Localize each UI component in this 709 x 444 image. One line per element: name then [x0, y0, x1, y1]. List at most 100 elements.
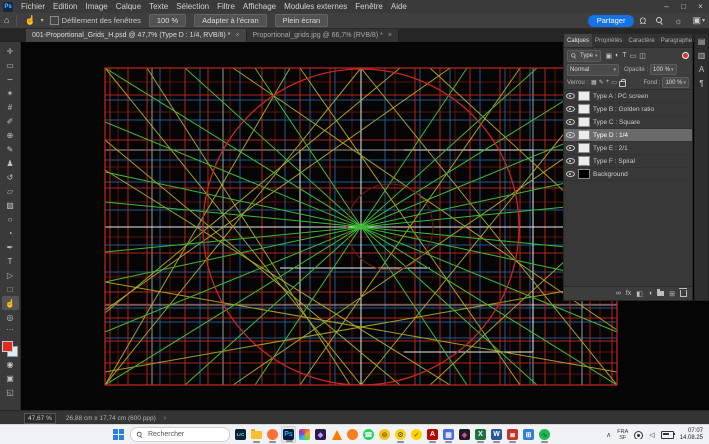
maximize-button[interactable]: □: [675, 0, 692, 13]
language-indicator[interactable]: FRASF: [617, 429, 628, 441]
document-tab-1[interactable]: 001-Proportional_Grids_H.psd @ 47,7% (Ty…: [26, 28, 247, 42]
crop-tool[interactable]: #: [2, 100, 19, 114]
eyedropper-tool[interactable]: ✐: [2, 114, 19, 128]
lock-move-icon[interactable]: +: [606, 79, 610, 86]
dodge-tool[interactable]: ◔: [2, 226, 19, 240]
layer-thumbnail[interactable]: [578, 130, 590, 140]
taskbar-search[interactable]: Rechercher: [130, 427, 230, 442]
pen-tool[interactable]: ✒: [2, 240, 19, 254]
filter-toggle-icon[interactable]: [682, 52, 689, 59]
visibility-eye-icon[interactable]: [566, 106, 575, 112]
layer-thumbnail[interactable]: [578, 143, 590, 153]
visibility-eye-icon[interactable]: [566, 158, 575, 164]
taskbar-icon-app-yellow-3[interactable]: ✓: [409, 426, 424, 443]
taskbar-icon-calculator[interactable]: ▦: [441, 426, 456, 443]
marquee-tool[interactable]: ▭: [2, 58, 19, 72]
visibility-eye-icon[interactable]: [566, 171, 575, 177]
taskbar-icon-vlc[interactable]: [329, 426, 344, 443]
lasso-tool[interactable]: ∽: [2, 72, 19, 86]
link-layers-icon[interactable]: ∞: [616, 290, 621, 297]
hand-tool-icon[interactable]: ☝: [24, 13, 35, 28]
healing-brush-tool[interactable]: ⊕: [2, 128, 19, 142]
taskbar-icon-app-red[interactable]: ≣: [505, 426, 520, 443]
blend-mode-select[interactable]: Normal ▾: [567, 64, 619, 76]
taskbar-icon-browser-orange[interactable]: [345, 426, 360, 443]
new-layer-icon[interactable]: ⊞: [669, 290, 675, 298]
path-select-tool[interactable]: ▷: [2, 268, 19, 282]
visibility-eye-icon[interactable]: [566, 93, 575, 99]
taskbar-icon-app-blue[interactable]: ⊞: [521, 426, 536, 443]
menu-image[interactable]: Image: [81, 0, 111, 13]
dock-character-icon[interactable]: A: [699, 65, 704, 75]
menu-sélection[interactable]: Sélection: [172, 0, 213, 13]
taskbar-icon-affinity-app[interactable]: ◆: [313, 426, 328, 443]
dock-libraries-icon[interactable]: ▥: [698, 51, 706, 61]
tool-preset-chevron-icon[interactable]: ▾: [41, 17, 44, 24]
taskbar-icon-whatsapp[interactable]: ☎: [361, 426, 376, 443]
document-tab-2[interactable]: Proportional_grids.jpg @ 66,7% (RVB/8) *…: [247, 28, 399, 42]
filter-smart-objects-icon[interactable]: ◫: [639, 52, 646, 60]
fit-screen-button[interactable]: Adapter à l'écran: [194, 14, 266, 27]
layer-row[interactable]: Type F : Spiral: [564, 155, 692, 168]
share-button[interactable]: Partager: [588, 15, 635, 27]
lock-artboard-icon[interactable]: ▭: [611, 79, 617, 86]
layer-filter-select[interactable]: Type ▾: [567, 50, 601, 62]
clock[interactable]: 07:0714.08.25: [680, 428, 703, 442]
layer-thumbnail[interactable]: [578, 117, 590, 127]
filter-pixel-layers-icon[interactable]: ▣: [606, 52, 613, 60]
menu-fichier[interactable]: Fichier: [17, 0, 49, 13]
tab-close-icon[interactable]: ×: [235, 32, 239, 39]
visibility-eye-icon[interactable]: [566, 132, 575, 138]
layer-thumbnail[interactable]: [578, 156, 590, 166]
battery-icon[interactable]: [661, 431, 674, 439]
type-tool[interactable]: T: [2, 254, 19, 268]
layer-row[interactable]: Type A : PC screen: [564, 90, 692, 103]
dock-layers-icon[interactable]: ▤: [698, 37, 706, 47]
move-tool[interactable]: ✛: [2, 44, 19, 58]
taskbar-icon-app-green[interactable]: ∿: [537, 426, 552, 443]
brush-tool[interactable]: ✎: [2, 142, 19, 156]
taskbar-icon-app-yellow-1[interactable]: ⊚: [377, 426, 392, 443]
filter-adjustment-layers-icon[interactable]: ◐: [615, 52, 619, 60]
taskbar-icon-photos-app[interactable]: [297, 426, 312, 443]
layer-row[interactable]: Type E : 2/1: [564, 142, 692, 155]
lock-all-icon[interactable]: [619, 81, 626, 87]
taskbar-icon-lightroom-classic[interactable]: LrC: [233, 426, 248, 443]
taskbar-icon-app-dark[interactable]: ◈: [457, 426, 472, 443]
volume-icon[interactable]: ◁: [649, 431, 654, 439]
group-folder-icon[interactable]: [657, 291, 664, 296]
layer-thumbnail[interactable]: [578, 104, 590, 114]
quick-mask-icon[interactable]: ◉: [2, 357, 19, 371]
blur-tool[interactable]: ○: [2, 212, 19, 226]
layer-thumbnail[interactable]: [578, 91, 590, 101]
quick-selection-tool[interactable]: ✶: [2, 86, 19, 100]
fullscreen-button[interactable]: Plein écran: [275, 14, 329, 27]
zoom-100-button[interactable]: 100 %: [149, 14, 186, 27]
taskbar-icon-word[interactable]: W: [489, 426, 504, 443]
artboard-frame-icon[interactable]: ▣: [2, 371, 19, 385]
home-icon[interactable]: ⌂: [4, 13, 9, 28]
opacity-value[interactable]: 100 % ▾: [650, 64, 677, 75]
scroll-all-windows-checkbox[interactable]: [50, 16, 59, 25]
visibility-eye-icon[interactable]: [566, 145, 575, 151]
tray-overflow-chevron-icon[interactable]: ∧: [606, 431, 611, 439]
menu-affichage[interactable]: Affichage: [239, 0, 280, 13]
color-swatches[interactable]: [2, 341, 18, 357]
zoom-level-field[interactable]: 47,67 %: [24, 413, 56, 424]
close-button[interactable]: ×: [692, 0, 709, 13]
gradient-tool[interactable]: ▨: [2, 198, 19, 212]
hand-tool[interactable]: ☝: [2, 296, 19, 310]
panel-tab-calques[interactable]: Calques: [564, 34, 592, 47]
panel-tab-paragraphe[interactable]: Paragraphe: [658, 34, 695, 47]
layer-row[interactable]: Type C : Square: [564, 116, 692, 129]
panel-tab-caractère[interactable]: Caractère: [625, 34, 657, 47]
minimize-button[interactable]: –: [658, 0, 675, 13]
layer-row[interactable]: Type D : 1/4: [564, 129, 692, 142]
wifi-icon[interactable]: [634, 431, 643, 439]
taskbar-icon-acrobat[interactable]: A: [425, 426, 440, 443]
foreground-color-swatch[interactable]: [2, 341, 13, 352]
taskbar-icon-app-yellow-2[interactable]: ⚙: [393, 426, 408, 443]
status-chevron-icon[interactable]: ›: [164, 415, 166, 422]
shape-tool[interactable]: □: [2, 282, 19, 296]
menu-modules-externes[interactable]: Modules externes: [280, 0, 351, 13]
